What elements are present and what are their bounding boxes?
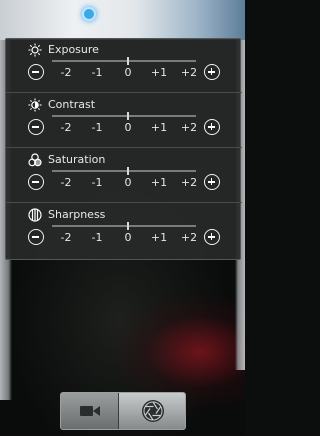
setting-title-saturation: Saturation: [48, 152, 106, 166]
tick-label: -1: [91, 231, 103, 244]
tick-label: +2: [180, 66, 198, 79]
tick-label: -2: [60, 66, 72, 79]
saturation-icon: [28, 152, 42, 167]
tick-label: -1: [91, 66, 103, 79]
setting-title-contrast: Contrast: [48, 97, 96, 111]
tick-label: -2: [60, 231, 72, 244]
contrast-slider-thumb[interactable]: [126, 112, 129, 120]
viewfinder-scene-top: [0, 0, 245, 40]
contrast-slider[interactable]: [52, 112, 196, 120]
sharpness-slider[interactable]: [52, 222, 196, 230]
setting-title-sharpness: Sharpness: [48, 207, 106, 221]
exposure-icon: [28, 42, 42, 57]
tick-label: 0: [124, 66, 132, 79]
tick-label: +2: [180, 176, 198, 189]
setting-row-contrast: Contrast -2 -1 0 +1 +2: [6, 94, 242, 148]
setting-header: Sharpness: [28, 207, 106, 222]
setting-row-saturation: Saturation -2 -1 0 +1 +2: [6, 149, 242, 203]
saturation-slider[interactable]: [52, 167, 196, 175]
tick-label: +1: [150, 66, 168, 79]
setting-header: Saturation: [28, 152, 106, 167]
tick-label: -1: [91, 176, 103, 189]
tick-label: -2: [60, 176, 72, 189]
camera-mode-switch: [60, 392, 186, 430]
tick-label: +1: [150, 231, 168, 244]
tick-label: 0: [124, 176, 132, 189]
setting-row-sharpness: Sharpness -2 -1 0 +1 +2: [6, 204, 242, 258]
exposure-decrease-button[interactable]: [28, 64, 44, 80]
setting-header: Exposure: [28, 42, 99, 57]
tick-label: -1: [91, 121, 103, 134]
tick-label: 0: [124, 121, 132, 134]
contrast-icon: [28, 97, 42, 112]
saturation-increase-button[interactable]: [204, 174, 220, 190]
tick-label: +2: [180, 121, 198, 134]
sharpness-increase-button[interactable]: [204, 229, 220, 245]
sharpness-icon: [28, 207, 42, 222]
photo-mode-button[interactable]: [119, 393, 185, 429]
saturation-decrease-button[interactable]: [28, 174, 44, 190]
sharpness-slider-thumb[interactable]: [126, 222, 129, 230]
tick-label: +1: [150, 176, 168, 189]
contrast-decrease-button[interactable]: [28, 119, 44, 135]
tick-label: +1: [150, 121, 168, 134]
saturation-slider-thumb[interactable]: [126, 167, 129, 175]
tick-label: -2: [60, 121, 72, 134]
image-settings-panel: Exposure -2 -1 0 +1 +2 Contrast -2 -1 0 …: [5, 38, 242, 260]
exposure-slider-thumb[interactable]: [126, 57, 129, 65]
focus-indicator-icon: [82, 7, 96, 21]
tick-label: +2: [180, 231, 198, 244]
sharpness-decrease-button[interactable]: [28, 229, 44, 245]
contrast-increase-button[interactable]: [204, 119, 220, 135]
video-camera-icon: [79, 406, 100, 416]
video-mode-button[interactable]: [61, 393, 119, 429]
exposure-slider[interactable]: [52, 57, 196, 65]
exposure-increase-button[interactable]: [204, 64, 220, 80]
setting-row-exposure: Exposure -2 -1 0 +1 +2: [6, 39, 242, 93]
tick-label: 0: [124, 231, 132, 244]
camera-shutter-icon: [141, 400, 164, 422]
setting-header: Contrast: [28, 97, 96, 112]
setting-title-exposure: Exposure: [48, 42, 99, 56]
